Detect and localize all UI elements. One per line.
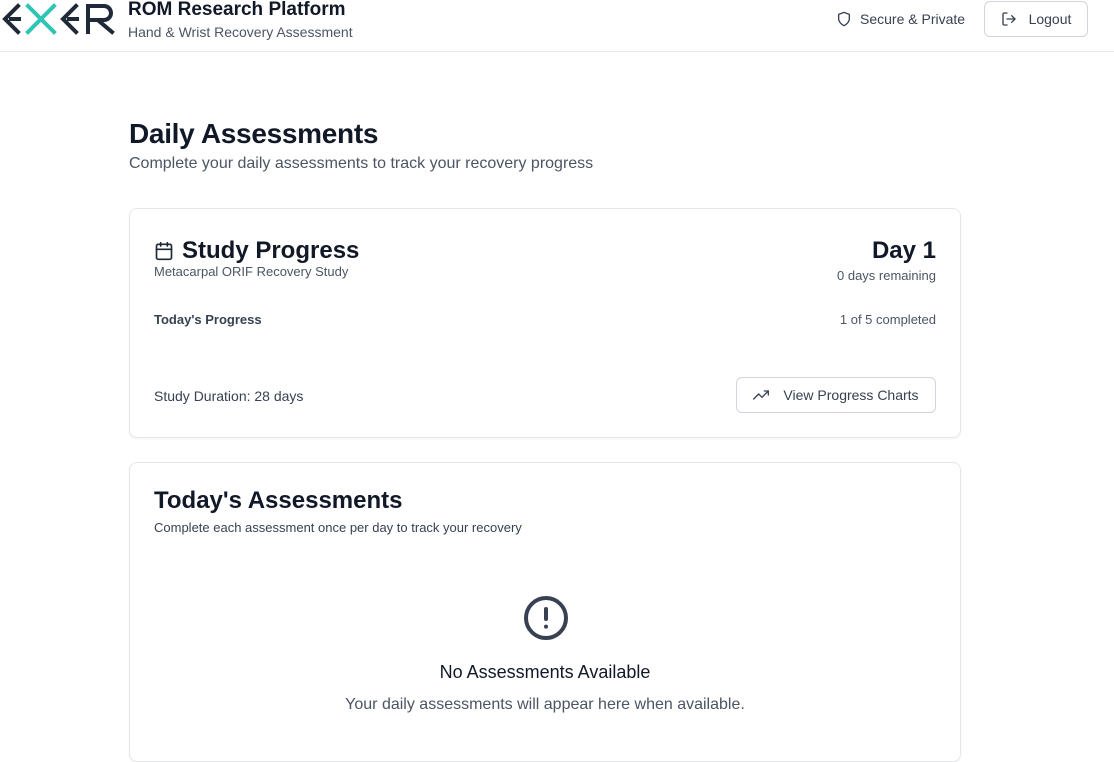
- study-progress-title: Study Progress: [182, 237, 360, 264]
- alert-circle-icon: [524, 596, 568, 640]
- study-progress-card: Study Progress Metacarpal ORIF Recovery …: [129, 208, 961, 438]
- completed-count: 1 of 5 completed: [839, 312, 936, 327]
- logout-label: Logout: [1028, 11, 1072, 27]
- todays-progress-label: Today's Progress: [154, 312, 262, 327]
- page-title: Daily Assessments: [129, 118, 379, 149]
- study-name: Metacarpal ORIF Recovery Study: [154, 264, 349, 279]
- study-duration: Study Duration: 28 days: [154, 388, 304, 404]
- log-out-icon: [1001, 12, 1016, 26]
- exer-logo: [2, 3, 115, 35]
- app-subtitle: Hand & Wrist Recovery Assessment: [128, 24, 353, 40]
- app-title: ROM Research Platform: [128, 0, 346, 20]
- shield-icon: [838, 11, 850, 27]
- current-day: Day 1: [871, 237, 936, 264]
- view-progress-charts-label: View Progress Charts: [783, 387, 919, 403]
- progress-bar-fill: [154, 335, 310, 343]
- secure-label: Secure & Private: [860, 11, 966, 27]
- empty-state-message: Your daily assessments will appear here …: [345, 696, 745, 713]
- empty-state-title: No Assessments Available: [439, 662, 651, 682]
- page-subtitle: Complete your daily assessments to track…: [129, 155, 594, 172]
- todays-assessments-title: Today's Assessments: [154, 487, 403, 514]
- study-progress-header: Study Progress: [154, 237, 359, 265]
- secure-indicator: Secure & Private: [836, 10, 965, 28]
- progress-bar: [154, 335, 936, 343]
- todays-assessments-card: Today's Assessments Complete each assess…: [129, 462, 961, 762]
- view-progress-charts-button[interactable]: View Progress Charts: [736, 377, 936, 413]
- calendar-icon: [155, 241, 173, 261]
- todays-assessments-subtitle: Complete each assessment once per day to…: [154, 520, 522, 535]
- logout-button[interactable]: Logout: [984, 1, 1088, 37]
- trending-up-icon: [753, 390, 770, 400]
- days-remaining: 0 days remaining: [837, 268, 936, 283]
- app-header: ROM Research Platform Hand & Wrist Recov…: [0, 0, 1114, 52]
